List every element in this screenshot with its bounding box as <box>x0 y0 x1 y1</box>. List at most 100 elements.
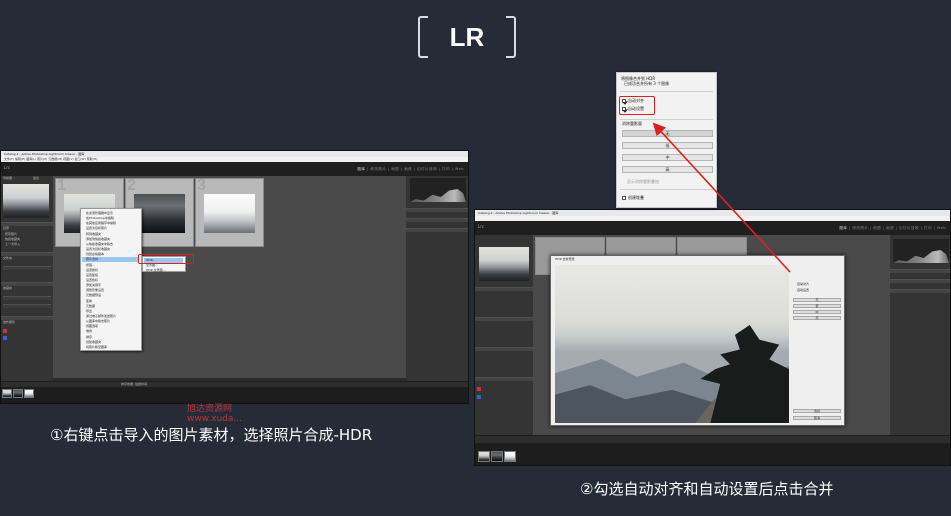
publish-section[interactable] <box>475 377 533 381</box>
context-menu-item[interactable]: 堆叠 <box>86 329 138 334</box>
catalog-header[interactable]: 目录 <box>3 226 9 231</box>
context-menu-item[interactable]: 从图库中移去照片 <box>86 319 138 324</box>
module-map[interactable]: 地图 <box>391 167 399 171</box>
catalog-section[interactable] <box>475 287 533 291</box>
folders-section[interactable] <box>475 317 533 321</box>
collections-header[interactable]: 收藏夹 <box>3 286 12 291</box>
dialog-option-auto-settings[interactable]: 自动设置 <box>797 288 809 292</box>
filmstrip <box>475 443 950 465</box>
deghost-none[interactable]: 无 <box>793 298 841 302</box>
folder-row[interactable] <box>3 266 51 270</box>
deghost-high-button[interactable]: 高 <box>622 166 713 173</box>
context-menu-item[interactable]: 转到收藏夹 <box>86 232 138 237</box>
module-print[interactable]: 打印 <box>442 167 450 171</box>
context-menu-item[interactable]: 在其他应用程序中编辑 <box>86 221 138 226</box>
keywording-section[interactable] <box>890 279 950 283</box>
context-menu-item[interactable]: 变换 <box>86 299 138 304</box>
thumbnail-image[interactable] <box>204 193 255 233</box>
grid-toolbar <box>475 435 950 443</box>
context-menu-item[interactable]: 通过电子邮件发送照片 <box>86 314 138 319</box>
deghost-medium-button[interactable]: 中 <box>622 154 713 161</box>
metadata-section[interactable] <box>890 289 950 293</box>
context-menu-item[interactable]: 排序 <box>86 335 138 340</box>
filmstrip-thumb[interactable] <box>24 389 34 398</box>
catalog-previous-import[interactable]: 上一次导入 <box>5 242 20 247</box>
collection-row[interactable] <box>3 304 51 308</box>
deghost-high[interactable]: 高 <box>793 316 841 320</box>
divider <box>620 189 713 190</box>
navigator-preview <box>479 247 529 281</box>
hdr-highlight-box <box>138 254 194 264</box>
module-book[interactable]: 画册 <box>886 226 894 230</box>
submenu-hdr-panorama[interactable]: HDR 全景图... <box>146 268 183 273</box>
quick-develop-section[interactable] <box>890 269 950 273</box>
create-stack-label: 创建堆叠 <box>628 195 644 200</box>
lr-logo: Lrc <box>478 224 485 229</box>
module-develop[interactable]: 修改照片 <box>852 226 868 230</box>
navigator-preview <box>3 184 49 218</box>
module-develop[interactable]: 修改照片 <box>370 167 386 171</box>
quick-develop-section[interactable] <box>406 208 468 212</box>
context-menu-item[interactable]: 设置为目标照片 <box>86 226 138 231</box>
navigator-fit[interactable]: 适合 <box>33 176 39 181</box>
collection-row[interactable] <box>3 296 51 300</box>
context-menu-item[interactable]: 在Photoshop中编辑 <box>86 216 138 221</box>
context-menu-item[interactable]: 创建虚拟副本 <box>86 252 138 257</box>
deghost-low-button[interactable]: 低 <box>622 142 713 149</box>
context-menu-item[interactable]: 添加关键字 <box>86 283 138 288</box>
navigator-header[interactable]: 导航器 <box>3 176 12 181</box>
folders-header[interactable]: 文件夹 <box>3 256 12 261</box>
context-menu-item[interactable]: 视图选项 <box>86 324 138 329</box>
left-panel: 导航器 适合 目录 所有照片 快捷收藏夹 上一次导入 文件夹 收藏夹 发布服务 <box>1 176 53 381</box>
keywording-section[interactable] <box>406 218 468 222</box>
metadata-section[interactable] <box>406 228 468 232</box>
module-slideshow[interactable]: 幻灯片放映 <box>899 226 919 230</box>
deghost-low[interactable]: 低 <box>793 304 841 308</box>
module-web[interactable]: Web <box>937 226 946 230</box>
module-library[interactable]: 图库 <box>357 167 365 171</box>
context-menu-item[interactable]: 将照片移至图库 <box>86 345 138 350</box>
cancel-button[interactable]: 取消 <box>793 416 841 420</box>
filmstrip-thumb[interactable] <box>478 451 490 462</box>
context-menu-item[interactable]: 设置星级 <box>86 273 138 278</box>
context-menu-item[interactable]: 添加到快捷收藏夹 <box>86 237 138 242</box>
thumbnail-cell[interactable]: 3 <box>195 177 264 247</box>
context-menu-item[interactable]: 设置为目标收藏夹 <box>86 247 138 252</box>
hdr-merge-dialog: HDR 合并预览 自动对齐 自动设置 无 低 中 高 合并 取消 <box>550 255 845 426</box>
filmstrip-thumb[interactable] <box>13 389 23 398</box>
context-menu-item[interactable]: 元数据预设 <box>86 293 138 298</box>
context-menu-item[interactable]: 在资源管理器中显示 <box>86 211 138 216</box>
module-book[interactable]: 画册 <box>404 167 412 171</box>
create-stack-checkbox[interactable] <box>622 196 626 200</box>
deghost-medium[interactable]: 中 <box>793 310 841 314</box>
module-picker[interactable]: 图库 | 修改照片 | 地图 | 画册 | 幻灯片放映 | 打印 | Web <box>357 167 464 172</box>
lr-module-bar: Lrc 图库 | 修改照片 | 地图 | 画册 | 幻灯片放映 | 打印 | W… <box>1 162 468 176</box>
context-menu-item[interactable]: 从快捷收藏夹中移去 <box>86 242 138 247</box>
module-web[interactable]: Web <box>455 167 464 171</box>
merge-button[interactable]: 合并 <box>793 409 841 413</box>
slide-title: LR <box>412 14 522 64</box>
context-menu-item[interactable]: 调整影像设置 <box>86 288 138 293</box>
filmstrip-thumb[interactable] <box>504 451 516 462</box>
publish-header[interactable]: 发布服务 <box>3 320 15 325</box>
histogram <box>410 178 466 202</box>
collections-section[interactable] <box>475 347 533 351</box>
module-picker[interactable]: 图库 | 修改照片 | 地图 | 画册 | 幻灯片放映 | 打印 | Web <box>839 226 946 231</box>
module-print[interactable]: 打印 <box>924 226 932 230</box>
context-menu-item[interactable]: 设置旗标 <box>86 268 138 273</box>
context-menu-item[interactable]: 照片合并 <box>82 257 138 262</box>
dialog-option-auto-align[interactable]: 自动对齐 <box>797 282 809 286</box>
context-menu-item[interactable]: 导出 <box>86 309 138 314</box>
dialog-title: HDR 合并预览 <box>555 257 575 261</box>
context-menu-item[interactable]: 增强... <box>86 263 138 268</box>
deghost-none-button[interactable]: 无 <box>622 130 713 137</box>
filmstrip-thumb[interactable] <box>2 389 12 398</box>
context-menu-item[interactable]: 元数据 <box>86 304 138 309</box>
module-slideshow[interactable]: 幻灯片放映 <box>417 167 437 171</box>
module-map[interactable]: 地图 <box>873 226 881 230</box>
show-deghost-overlay[interactable]: 显示消除重影叠加 <box>627 179 659 184</box>
module-library[interactable]: 图库 <box>839 226 847 230</box>
context-menu-item[interactable]: 设置色标 <box>86 278 138 283</box>
filmstrip-thumb[interactable] <box>491 451 503 462</box>
context-menu-item[interactable]: 创建收藏夹 <box>86 340 138 345</box>
